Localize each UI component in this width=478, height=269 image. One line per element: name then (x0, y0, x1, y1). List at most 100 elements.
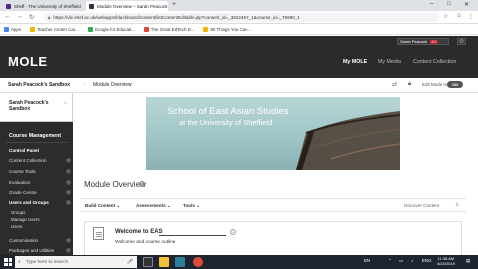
bookmark-icon (87, 26, 93, 32)
mole-logo[interactable]: MOLE (8, 54, 48, 69)
url-text: https://vle.shef.ac.uk/webapps/blackboar… (53, 15, 300, 20)
bookmark-item[interactable]: Teacher Center Car... (30, 26, 79, 32)
chevron-right-icon[interactable]: › (66, 169, 71, 174)
forward-icon[interactable]: → (16, 13, 23, 20)
apps-icon (4, 26, 9, 32)
bookmark-apps[interactable]: Apps (4, 26, 22, 32)
bookmark-star-icon[interactable]: ☆ (443, 13, 448, 20)
taskbar-clock[interactable]: 11:38 AM 4/24/2019 (437, 256, 455, 266)
chevron-down-icon: ⌄ (116, 203, 121, 208)
profile-icon[interactable]: ☺ (456, 13, 462, 19)
tray-arrow-icon[interactable]: ⌃ (388, 258, 392, 264)
file-explorer-icon[interactable] (159, 257, 169, 267)
close-window-icon[interactable]: ✕ (464, 1, 469, 8)
sidebar-item-users-and-groups[interactable]: Users and Groups (9, 200, 49, 205)
browser-tab-module-overview[interactable]: Module Overview – Sarah Peacock × (86, 1, 168, 11)
document-icon (93, 227, 104, 240)
url-field[interactable]: 🔒︎ https://vle.shef.ac.uk/webapps/blackb… (44, 13, 439, 22)
sidebar-item-customisation[interactable]: Customisation (9, 238, 38, 243)
bookmark-item[interactable]: 50 Things You Can... (203, 26, 252, 32)
bookmark-icon (143, 26, 149, 32)
chevron-right-icon[interactable]: › (66, 180, 71, 185)
sidebar-item-control-panel[interactable]: Control Panel (9, 148, 39, 153)
chevron-down-icon[interactable]: ⌄ (66, 200, 71, 205)
taskbar-search-input[interactable]: ⌕ Type here to search 🎤︎ (15, 256, 137, 268)
notification-badge: 41+ (430, 39, 439, 44)
chrome-icon[interactable] (193, 257, 203, 267)
chevron-down-icon: ⌄ (196, 203, 201, 208)
banner-subtitle: at the University of Sheffield (179, 118, 273, 127)
build-content-button[interactable]: Build Content ⌄ (85, 203, 120, 209)
discover-content-button[interactable]: Discover Content (404, 203, 439, 208)
edit-mode-toggle[interactable]: ON (447, 81, 463, 88)
tools-label: Tools (183, 203, 195, 208)
close-tab-icon[interactable]: × (167, 4, 168, 9)
windows-start-icon[interactable] (4, 258, 12, 266)
sidebar-item-packages-and-utilities[interactable]: Packages and Utilities (9, 248, 54, 253)
chevron-right-icon[interactable]: › (66, 238, 71, 243)
browser-tab-label: Module Overview – Sarah Peacock (97, 3, 168, 9)
notifications-icon[interactable]: ▤ (466, 258, 470, 264)
bookmark-label: Teacher Center Car... (37, 26, 79, 32)
edit-mode-label: Edit Mode is: (422, 82, 449, 87)
sidebar-subitem-groups[interactable]: Groups (11, 210, 25, 215)
sidebar-item-course-tools[interactable]: Course Tools (9, 169, 36, 174)
browser-tab-sheff[interactable]: Sheff - The University of Sheffield × (3, 1, 81, 11)
language-indicator[interactable]: ENG (422, 258, 432, 263)
new-tab-button[interactable]: + (172, 1, 176, 8)
chevron-down-icon: ⌄ (166, 203, 171, 208)
chevron-right-icon[interactable]: › (66, 190, 71, 195)
favicon-icon (89, 3, 94, 9)
bookmark-item[interactable]: The Great EdTech D... (143, 26, 195, 32)
padlock-icon[interactable]: 🔒︎ (408, 81, 411, 88)
network-icon[interactable]: ▭ (399, 258, 403, 264)
sidebar-item-content-collection[interactable]: Content Collection (9, 158, 47, 163)
bookmark-label: 50 Things You Can... (210, 26, 252, 32)
breadcrumb-course-link[interactable]: Sarah Peacock's Sandbox (8, 82, 70, 88)
reorder-icon[interactable]: ⇅ (455, 202, 459, 208)
page-title: Module Overview (84, 180, 146, 189)
maximize-icon[interactable]: □ (447, 1, 451, 7)
minimize-icon[interactable]: – (430, 1, 433, 7)
user-name: Sarah Peacock (400, 39, 428, 44)
bookmark-icon (203, 26, 209, 32)
tools-button[interactable]: Tools ⌄ (183, 203, 200, 209)
search-placeholder: Type here to search (25, 259, 69, 265)
student-preview-icon[interactable]: ⇄ (392, 81, 397, 88)
sidebar-item-grade-centre[interactable]: Grade Centre (9, 190, 37, 195)
search-icon: ⌕ (18, 259, 21, 265)
item-options-chevron-icon[interactable]: ⌄ (230, 229, 236, 235)
tab-my-mole[interactable]: My MOLE (343, 59, 367, 65)
menu-icon[interactable]: ⋮ (468, 13, 474, 20)
breadcrumb-separator-icon: ◦ (84, 82, 86, 88)
sidebar-item-evaluation[interactable]: Evaluation (9, 180, 30, 185)
volume-icon[interactable]: ♪ (411, 258, 413, 263)
input-language[interactable]: EN (364, 258, 370, 263)
content-item-title[interactable]: Welcome to EAS (115, 229, 163, 235)
microphone-icon[interactable]: 🎤︎ (127, 259, 133, 265)
bookmark-item[interactable]: Google for Educati... (87, 26, 135, 32)
lock-icon: 🔒︎ (48, 15, 51, 20)
home-icon[interactable]: ⌂ (64, 100, 67, 106)
tab-my-media[interactable]: My Media (378, 59, 401, 65)
bookmark-label: Apps (11, 26, 22, 32)
info-icon[interactable]: i (139, 181, 145, 187)
chevron-right-icon[interactable]: › (66, 158, 71, 163)
tab-content-collection[interactable]: Content Collection (413, 59, 456, 65)
assessments-label: Assessments (136, 203, 166, 208)
back-icon[interactable]: ← (4, 13, 11, 20)
sidebar-subitem-users[interactable]: Users (11, 224, 22, 229)
bookmarks-bar: Apps Teacher Center Car... Google for Ed… (0, 24, 478, 35)
divider (6, 142, 68, 143)
assessments-button[interactable]: Assessments ⌄ (136, 203, 171, 209)
user-menu-button[interactable]: Sarah Peacock 41+ (397, 38, 449, 45)
sidebar-subitem-manage-users[interactable]: Manage Users (11, 217, 40, 222)
logout-power-icon[interactable]: ⏻ (457, 38, 466, 45)
course-title[interactable]: Sarah Peacock's Sandbox (9, 100, 59, 112)
chevron-right-icon[interactable]: › (66, 248, 71, 253)
task-view-icon[interactable] (143, 257, 153, 267)
app-icon[interactable] (175, 257, 185, 267)
bookmark-label: The Great EdTech D... (150, 26, 195, 32)
course-management-heading: Course Management (9, 133, 62, 139)
reload-icon[interactable]: ↻ (29, 13, 34, 21)
